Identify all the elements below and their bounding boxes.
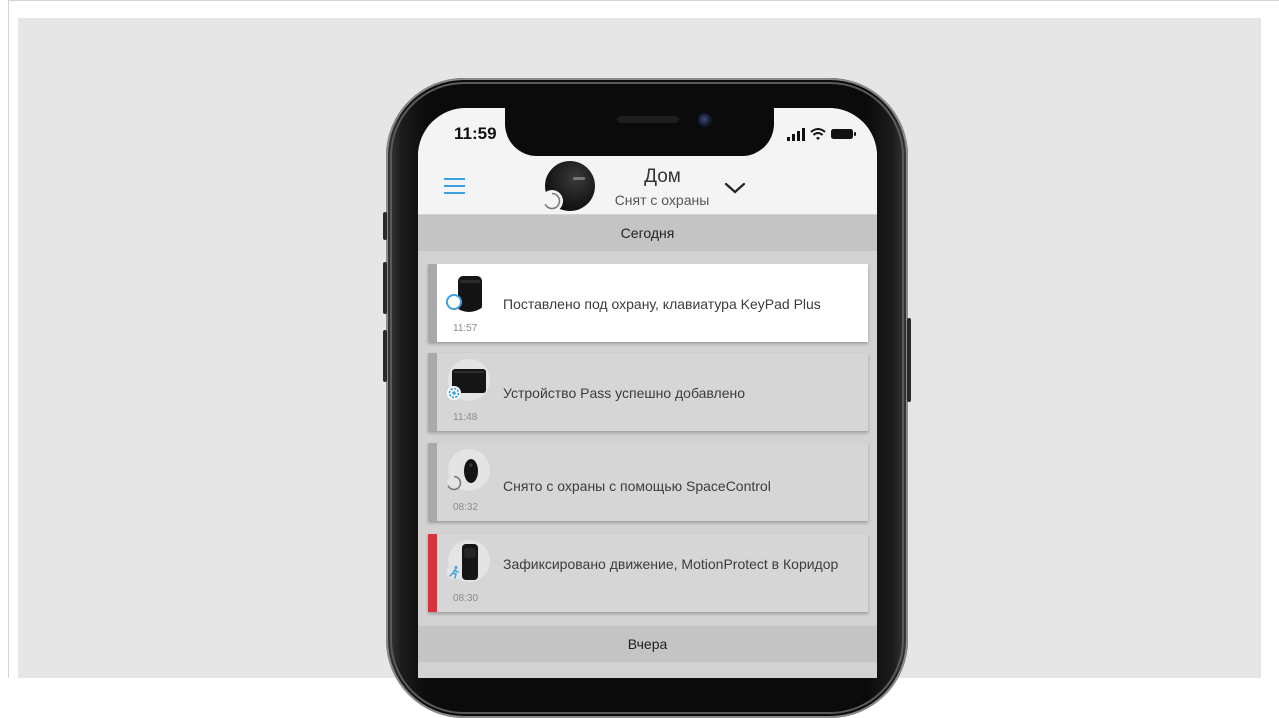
hub-name[interactable]: Дом bbox=[600, 166, 725, 188]
speaker bbox=[617, 116, 679, 123]
power-button bbox=[907, 318, 911, 402]
motion-icon bbox=[446, 564, 462, 580]
event-time: 11:57 bbox=[453, 323, 478, 334]
front-camera bbox=[698, 113, 712, 127]
volume-down-button bbox=[383, 330, 387, 382]
wifi-icon bbox=[810, 128, 826, 140]
notch bbox=[505, 100, 774, 156]
event-item[interactable]: 08:30 Зафиксировано движение, MotionProt… bbox=[428, 534, 868, 612]
menu-icon[interactable] bbox=[444, 178, 466, 194]
event-status-bar bbox=[428, 264, 437, 342]
event-message: Устройство Pass успешно добавлено bbox=[503, 385, 746, 401]
signal-icon bbox=[787, 128, 856, 141]
hub-state: Снят с охраны bbox=[614, 192, 710, 208]
armed-icon bbox=[446, 294, 462, 310]
event-message: Зафиксировано движение, MotionProtect в … bbox=[503, 556, 839, 572]
silent-switch bbox=[383, 212, 387, 240]
event-status-bar bbox=[428, 534, 437, 612]
chevron-down-icon[interactable] bbox=[723, 180, 747, 200]
event-message: Поставлено под охрану, клавиатура KeyPad… bbox=[503, 296, 821, 312]
event-status-bar bbox=[428, 443, 437, 521]
disarmed-status-icon bbox=[541, 190, 563, 212]
event-status-bar bbox=[428, 353, 437, 431]
event-item[interactable]: 11:48 Устройство Pass успешно добавлено bbox=[428, 353, 868, 431]
event-item[interactable]: 08:32 Снято с охраны с помощью SpaceCont… bbox=[428, 443, 868, 521]
event-item[interactable]: 11:57 Поставлено под охрану, клавиатура … bbox=[428, 264, 868, 342]
settings-icon bbox=[446, 385, 462, 401]
status-icons bbox=[787, 126, 857, 141]
disarmed-icon bbox=[446, 475, 462, 491]
section-header-today: Сегодня bbox=[418, 215, 877, 251]
status-time: 11:59 bbox=[454, 124, 497, 143]
event-time: 11:48 bbox=[453, 412, 478, 423]
event-time: 08:32 bbox=[453, 502, 479, 513]
battery-icon bbox=[831, 129, 856, 139]
event-message: Снято с охраны с помощью SpaceControl bbox=[503, 478, 771, 494]
event-time: 08:30 bbox=[453, 593, 479, 604]
volume-up-button bbox=[383, 262, 387, 314]
section-header-yesterday: Вчера bbox=[418, 626, 877, 662]
